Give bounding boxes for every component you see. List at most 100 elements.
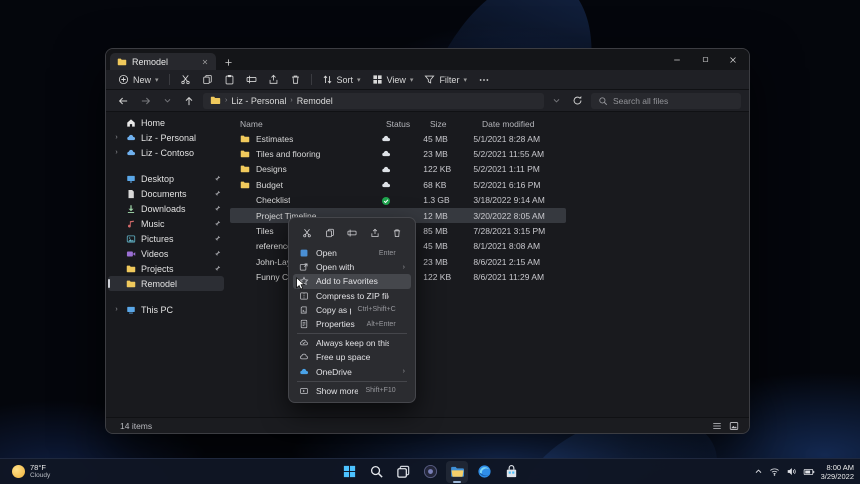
filter-button[interactable]: Filter ▾ [420, 72, 471, 87]
share-button[interactable] [264, 72, 283, 87]
weather-temp: 78°F [30, 462, 46, 472]
chevron-right-icon[interactable]: › [112, 306, 121, 313]
context-menu-item[interactable]: Show more options Shift+F10 › [293, 384, 411, 398]
file-row[interactable]: Designs 122 KB 5/2/2021 1:11 PM [230, 162, 566, 177]
quick-action-button[interactable] [370, 224, 380, 242]
file-row[interactable]: Checklist 1.3 GB 3/18/2022 9:14 AM [230, 193, 566, 208]
weather-widget[interactable]: 78°F Cloudy [12, 462, 50, 479]
breadcrumb-segment[interactable]: Remodel [297, 96, 333, 106]
thumbnails-view-icon[interactable] [729, 421, 739, 431]
context-menu-item[interactable]: Open Enter › [293, 246, 411, 260]
refresh-button[interactable] [569, 94, 586, 107]
file-date-modified: 8/1/2021 8:08 AM [473, 241, 541, 252]
context-menu-item[interactable]: OneDrive › [293, 365, 411, 382]
column-header-date[interactable]: Date modified [482, 119, 578, 129]
wifi-icon[interactable] [769, 466, 780, 477]
sidebar-item[interactable]: › This PC [108, 302, 224, 317]
file-type-icon [240, 257, 250, 267]
sidebar-item[interactable]: › Projects [108, 261, 224, 276]
context-menu-item[interactable]: Properties Alt+Enter › [293, 317, 411, 335]
file-name: Tiles and flooring [256, 149, 321, 160]
sidebar-item[interactable]: › Remodel [108, 276, 224, 291]
filter-icon [424, 74, 435, 85]
more-options-button[interactable] [474, 72, 494, 88]
chevron-right-icon[interactable]: › [112, 134, 121, 141]
new-tab-button[interactable] [216, 56, 241, 70]
chevron-right-icon[interactable]: › [112, 149, 121, 156]
file-row[interactable]: Budget 68 KB 5/2/2021 6:16 PM [230, 177, 566, 192]
sidebar-item[interactable]: › Liz - Contoso [108, 145, 224, 160]
quick-action-icon [302, 228, 312, 238]
sort-button[interactable]: Sort ▾ [318, 72, 365, 87]
taskbar-app-icon[interactable] [446, 460, 468, 483]
sidebar-item-label: Pictures [141, 233, 174, 244]
sidebar-item[interactable]: › Liz - Personal [108, 130, 224, 145]
breadcrumb[interactable]: › Liz - Personal › Remodel [203, 92, 544, 109]
pin-icon [214, 250, 221, 257]
delete-button[interactable] [286, 72, 305, 87]
paste-button[interactable] [220, 72, 239, 87]
maximize-button[interactable] [691, 51, 719, 68]
copy-button[interactable] [198, 72, 217, 87]
taskbar-app-icon[interactable] [338, 461, 360, 483]
sidebar-item[interactable]: › Documents [108, 186, 224, 201]
column-header-size[interactable]: Size [430, 119, 482, 129]
context-menu-item[interactable]: Copy as path Ctrl+Shift+C › [293, 303, 411, 317]
context-menu-item[interactable]: Free up space › [293, 350, 411, 364]
column-header-status[interactable]: Status [386, 119, 430, 129]
sidebar-item[interactable]: › Downloads [108, 201, 224, 216]
sidebar-item[interactable]: › Home [108, 115, 224, 130]
items-count: 14 items [120, 420, 153, 431]
context-menu-item[interactable]: Add to Favorites › [293, 274, 411, 289]
taskbar-app-icon[interactable] [392, 461, 414, 483]
view-button[interactable]: View ▾ [368, 72, 418, 87]
recent-locations-button[interactable] [160, 95, 175, 106]
sidebar-item[interactable]: › Pictures [108, 231, 224, 246]
up-button[interactable] [180, 94, 198, 108]
new-button[interactable]: New ▾ [114, 72, 163, 87]
taskbar-app-icon[interactable] [419, 461, 441, 483]
quick-action-button[interactable] [302, 224, 312, 242]
tab-close-icon[interactable] [201, 57, 209, 66]
file-row[interactable]: Tiles and flooring 23 MB 5/2/2021 11:55 … [230, 146, 566, 161]
quick-action-icon [392, 228, 402, 238]
quick-action-icon [325, 228, 335, 238]
volume-icon[interactable] [786, 466, 797, 477]
file-type-icon [240, 241, 250, 251]
quick-action-button[interactable] [392, 224, 402, 242]
context-menu-item[interactable]: Always keep on this device › [293, 336, 411, 350]
context-menu-item[interactable]: Open with › [293, 260, 411, 274]
column-header-name[interactable]: Name [230, 119, 386, 129]
quick-action-button[interactable] [325, 224, 335, 242]
file-size: 85 MB [423, 226, 448, 237]
breadcrumb-segment[interactable]: Liz - Personal [231, 96, 286, 106]
tab-remodel[interactable]: Remodel [110, 53, 216, 70]
search-box[interactable] [591, 92, 741, 109]
command-toolbar: New ▾ Sort ▾ View ▾ Filter ▾ [106, 70, 749, 90]
search-input[interactable] [613, 95, 723, 106]
taskbar-app-icon[interactable] [473, 461, 495, 483]
minimize-button[interactable] [663, 51, 691, 68]
file-name: Estimates [256, 133, 294, 144]
sidebar-item[interactable]: › Desktop [108, 171, 224, 186]
quick-action-button[interactable] [347, 224, 357, 242]
details-view-icon[interactable] [712, 421, 722, 431]
taskbar-app-icon[interactable] [365, 461, 387, 483]
sidebar-item-label: Desktop [141, 173, 175, 184]
taskbar-app-icon[interactable] [500, 461, 522, 483]
rename-icon [246, 74, 257, 85]
cut-button[interactable] [176, 72, 195, 87]
sort-icon [322, 74, 333, 85]
file-row[interactable]: Estimates 45 MB 5/1/2021 8:28 AM [230, 131, 566, 146]
sidebar-item[interactable]: › Videos [108, 246, 224, 261]
rename-button[interactable] [242, 72, 261, 87]
sidebar-item[interactable]: › Music [108, 216, 224, 231]
clock[interactable]: 8:00 AM 3/29/2022 [821, 463, 854, 481]
address-dropdown-button[interactable] [549, 95, 564, 106]
context-menu-item[interactable]: Compress to ZIP file › [293, 289, 411, 303]
back-button[interactable] [114, 94, 132, 108]
hidden-icons-chevron[interactable] [754, 467, 763, 476]
close-button[interactable] [719, 51, 747, 68]
battery-icon[interactable] [803, 466, 815, 478]
forward-button[interactable] [137, 94, 155, 108]
